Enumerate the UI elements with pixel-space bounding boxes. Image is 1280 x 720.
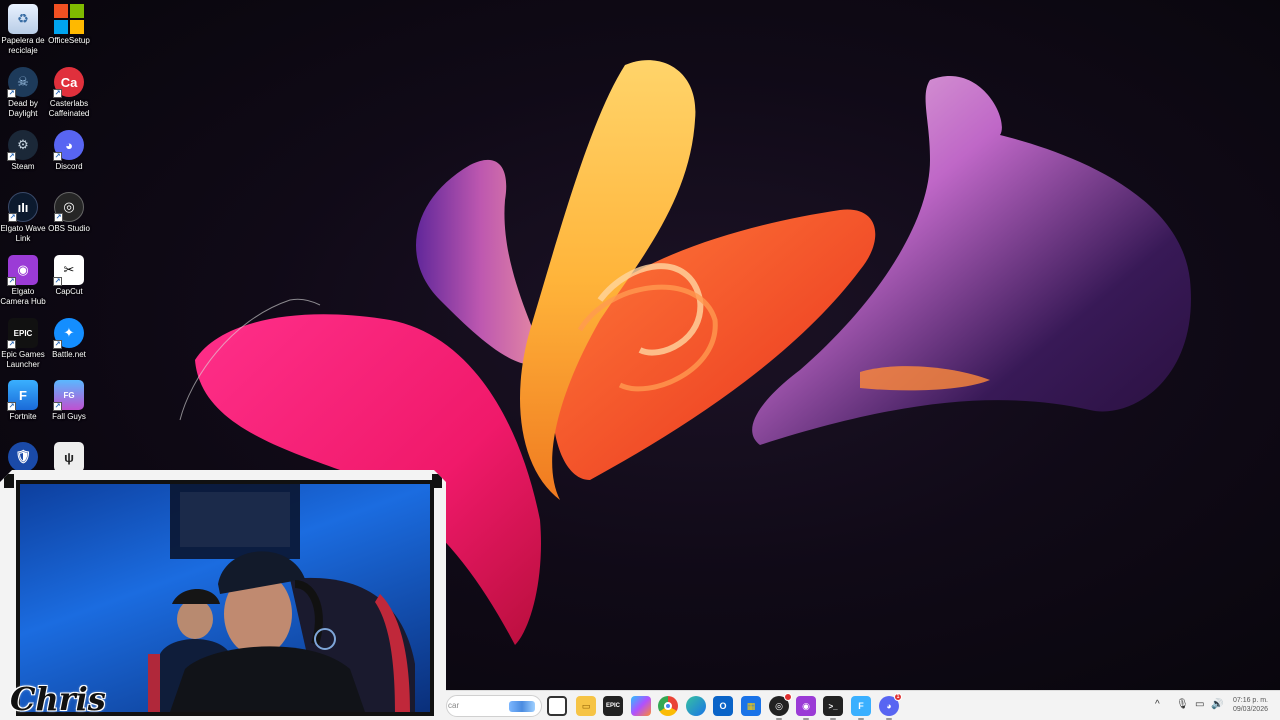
desktop-icon-label: Casterlabs Caffeinated — [48, 99, 90, 118]
desktop-icon-obs-studio[interactable]: ◎ ↗ OBS Studio — [46, 192, 92, 234]
search-highlight-icon — [509, 701, 535, 712]
desktop-icon-label: Battle.net — [52, 350, 86, 359]
task-view-icon[interactable] — [547, 696, 567, 716]
desktop-icon-label: Steam — [11, 162, 35, 171]
discord-icon: ◕ ↗ — [53, 130, 84, 161]
microsoft-office-icon — [54, 4, 84, 34]
desktop-icon-label: Discord — [55, 162, 83, 171]
rocket-league-icon: 🛡 — [8, 442, 38, 472]
desktop-icon-steam[interactable]: ⚙ ↗ Steam — [0, 130, 46, 172]
desktop-icon-rocket-league[interactable]: 🛡 — [0, 442, 46, 472]
taskbar-clock[interactable]: 07:16 p. m. 09/03/2026 — [1233, 696, 1268, 714]
epic-games-icon[interactable]: EPIC — [603, 696, 623, 716]
desktop-icon-watch-dogs[interactable]: ψ — [46, 442, 92, 472]
chrome-icon[interactable] — [658, 696, 678, 716]
desktop-icon-discord[interactable]: ◕ ↗ Discord — [46, 130, 92, 172]
desktop-icon-elgato-wave-link[interactable]: ıIı ↗ Elgato Wave Link — [0, 192, 46, 243]
desktop-icon-label: Papelera de reciclaje — [1, 36, 45, 55]
fall-guys-icon: FG ↗ — [53, 380, 84, 411]
microphone-icon[interactable]: 🎙 — [1176, 699, 1189, 710]
desktop-icon-label: Fall Guys — [52, 412, 86, 421]
desktop-icon-epic-games[interactable]: EPIC ↗ Epic Games Launcher — [0, 318, 46, 369]
clock-date: 09/03/2026 — [1232, 706, 1268, 713]
microsoft-store-icon[interactable]: ▦ — [741, 696, 761, 716]
search-text: car — [448, 701, 460, 710]
elgato-wave-link-icon: ıIı ↗ — [8, 192, 38, 222]
recycle-bin-icon: ♻ — [8, 4, 38, 34]
epic-games-icon: EPIC ↗ — [7, 318, 38, 349]
elgato-camera-hub-icon[interactable]: ◉ — [796, 696, 816, 720]
obs-studio-icon[interactable]: ◎ — [769, 693, 792, 720]
fortnite-icon[interactable]: F — [851, 696, 871, 720]
desktop-icon-fortnite[interactable]: F ↗ Fortnite — [0, 380, 46, 422]
taskbar-search-box[interactable]: car — [446, 695, 542, 717]
discord-notification-badge: 1 — [894, 693, 902, 701]
desktop-icon-fall-guys[interactable]: FG ↗ Fall Guys — [46, 380, 92, 422]
desktop-icon-elgato-camera-hub[interactable]: ◉ ↗ Elgato Camera Hub — [0, 255, 46, 306]
desktop-icon-label: Elgato Wave Link — [0, 224, 46, 243]
file-explorer-icon[interactable]: ▭ — [576, 696, 596, 716]
terminal-icon[interactable]: >_ — [823, 696, 843, 720]
desktop-icon-label: CapCut — [55, 287, 83, 296]
copilot-icon[interactable] — [631, 696, 651, 716]
edge-icon[interactable] — [686, 696, 706, 716]
desktop-icon-label: Elgato Camera Hub — [0, 287, 46, 306]
chevron-up-icon[interactable]: ^ — [1155, 699, 1160, 710]
clock-time: 07:16 p. m. — [1232, 697, 1268, 704]
dead-by-daylight-icon: ☠ ↗ — [7, 67, 38, 98]
elgato-camera-hub-icon: ◉ ↗ — [7, 255, 38, 286]
discord-icon[interactable]: ◕ 1 — [879, 693, 902, 720]
desktop-icon-casterlabs[interactable]: Ca ↗ Casterlabs Caffeinated — [46, 67, 92, 118]
casterlabs-icon: Ca ↗ — [53, 67, 84, 98]
desktop-icon-recycle-bin[interactable]: ♻ Papelera de reciclaje — [0, 4, 46, 55]
desktop-icon-label: OfficeSetup — [48, 36, 90, 45]
battlenet-icon: ✦ ↗ — [53, 318, 84, 349]
desktop-icon-label: Epic Games Launcher — [1, 350, 45, 369]
capcut-icon: ✂ ↗ — [53, 255, 84, 286]
desktop-icon-battlenet[interactable]: ✦ ↗ Battle.net — [46, 318, 92, 360]
desktop-icon-label: OBS Studio — [48, 224, 90, 233]
fortnite-icon: F ↗ — [7, 380, 38, 411]
outlook-icon[interactable]: O — [713, 696, 733, 716]
desktop-icon-label: Fortnite — [9, 412, 37, 421]
desktop-icon-officesetup[interactable]: OfficeSetup — [46, 4, 92, 46]
watch-dogs-icon: ψ — [54, 442, 84, 472]
taskbar: car ▭ EPIC O ▦ ◎ ◉ >_ F ◕ 1 ^ 🎙 ▭ 🔊 07:1… — [446, 690, 1280, 720]
streamer-name-overlay: Chris — [10, 680, 106, 718]
desktop-icon-label: Dead by Daylight — [8, 99, 38, 118]
network-icon[interactable]: ▭ — [1195, 699, 1204, 710]
desktop-icon-dead-by-daylight[interactable]: ☠ ↗ Dead by Daylight — [0, 67, 46, 118]
desktop-icon-capcut[interactable]: ✂ ↗ CapCut — [46, 255, 92, 297]
recording-dot — [784, 693, 792, 701]
obs-studio-icon: ◎ ↗ — [54, 192, 84, 222]
steam-icon: ⚙ ↗ — [7, 130, 38, 161]
volume-icon[interactable]: 🔊 — [1211, 699, 1223, 710]
